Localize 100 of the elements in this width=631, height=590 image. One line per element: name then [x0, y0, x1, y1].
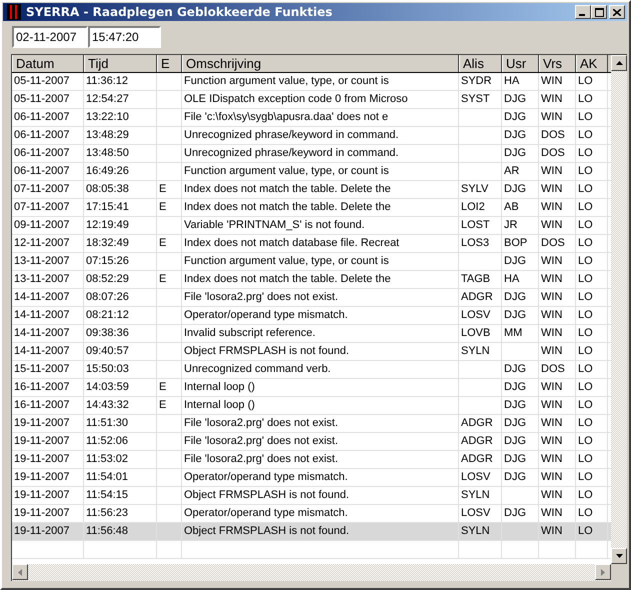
scroll-down-button[interactable] [611, 548, 627, 564]
table-cell: WIN [541, 345, 562, 357]
table-cell: AR [504, 165, 520, 177]
table-row[interactable]: 19-11-2007 11:54:15 Object FRMSPLASH is not found. SYLN WIN LO [12, 487, 611, 505]
table-cell: LO [578, 381, 593, 393]
table-cell: LO [578, 255, 593, 267]
column-header[interactable]: E [157, 55, 182, 72]
table-cell: LO [578, 489, 593, 501]
table-cell: LO [578, 417, 593, 429]
table-cell: 08:52:29 [86, 273, 129, 285]
table-cell: DOS [541, 129, 565, 141]
table-cell: LO [578, 309, 593, 321]
close-button[interactable] [609, 5, 625, 19]
table-cell: E [159, 381, 166, 393]
table-cell: DOS [541, 237, 565, 249]
table-row[interactable]: 06-11-2007 13:22:10 File 'c:\fox\sy\sygb\apusra.daa' does not e DJG WIN LO [12, 109, 611, 127]
scroll-up-button[interactable] [611, 55, 627, 71]
table-cell: WIN [541, 309, 562, 321]
table-cell: WIN [541, 525, 562, 537]
table-row[interactable]: 19-11-2007 11:54:01 Operator/operand type mismatch. LOSV DJG WIN LO [12, 469, 611, 487]
table-cell: 12:19:49 [86, 219, 129, 231]
column-header[interactable]: Omschrijving [182, 55, 459, 72]
table-row[interactable]: 12-11-2007 18:32:49 E Index does not match database file. Recreat LOS3 BOP DOS LO [12, 235, 611, 253]
table-cell: LO [578, 129, 593, 141]
table-cell: WIN [541, 165, 562, 177]
table-cell: 17:15:41 [86, 201, 129, 213]
table-cell: DJG [504, 183, 526, 195]
date-field[interactable]: 02-11-2007 [12, 26, 88, 48]
table-row[interactable]: 15-11-2007 15:50:03 Unrecognized command verb. DJG DOS LO [12, 361, 611, 379]
table-cell: Internal loop () [184, 381, 255, 393]
table-cell: LOI2 [461, 201, 485, 213]
maximize-button[interactable] [591, 5, 607, 19]
table-row[interactable]: 09-11-2007 12:19:49 Variable 'PRINTNAM_S' is not found. LOST JR WIN LO [12, 217, 611, 235]
table-cell: WIN [541, 75, 562, 87]
table-cell: Invalid subscript reference. [184, 327, 316, 339]
table-cell: DOS [541, 363, 565, 375]
table-cell: E [159, 237, 166, 249]
table-row[interactable]: 16-11-2007 14:03:59 E Internal loop () DJG WIN LO [12, 379, 611, 397]
table-cell: DJG [504, 435, 526, 447]
table-row[interactable]: 14-11-2007 08:21:12 Operator/operand type mismatch. LOSV DJG WIN LO [12, 307, 611, 325]
table-cell: 16:49:26 [86, 165, 129, 177]
scroll-right-button[interactable] [595, 564, 611, 580]
table-cell: LOSV [461, 471, 490, 483]
table-cell: 09-11-2007 [14, 219, 70, 231]
table-cell: 11:54:01 [86, 471, 128, 483]
table-cell: 13-11-2007 [14, 273, 70, 285]
table-row[interactable]: 14-11-2007 09:38:36 Invalid subscript reference. LOVB MM WIN LO [12, 325, 611, 343]
minimize-button[interactable] [575, 5, 591, 19]
table-cell: WIN [541, 273, 562, 285]
table-row[interactable]: 19-11-2007 11:53:02 File 'losora2.prg' does not exist. ADGR DJG WIN LO [12, 451, 611, 469]
table-cell: 19-11-2007 [14, 489, 70, 501]
column-header[interactable]: Usr [502, 55, 539, 72]
table-cell: DJG [504, 399, 526, 411]
table-row[interactable]: 07-11-2007 08:05:38 E Index does not match the table. Delete the SYLV DJG WIN LO [12, 181, 611, 199]
table-row[interactable]: 14-11-2007 09:40:57 Object FRMSPLASH is not found. SYLN WIN LO [12, 343, 611, 361]
table-cell: WIN [541, 183, 562, 195]
table-cell: LO [578, 399, 593, 411]
table-cell: 11:51:30 [86, 417, 128, 429]
table-cell: 15:50:03 [86, 363, 129, 375]
column-header[interactable]: Tijd [84, 55, 157, 72]
table-cell: LO [578, 165, 593, 177]
table-cell: Index does not match the table. Delete the [184, 273, 391, 285]
table-cell: LO [578, 237, 593, 249]
table-row[interactable]: 13-11-2007 07:15:26 Function argument value, type, or count is DJG WIN LO [12, 253, 611, 271]
table-cell: 08:05:38 [86, 183, 129, 195]
table-row[interactable]: 07-11-2007 17:15:41 E Index does not match the table. Delete the LOI2 AB WIN LO [12, 199, 611, 217]
table-row[interactable]: 06-11-2007 13:48:50 Unrecognized phrase/keyword in command. DJG DOS LO [12, 145, 611, 163]
table-row[interactable]: 19-11-2007 11:51:30 File 'losora2.prg' does not exist. ADGR DJG WIN LO [12, 415, 611, 433]
table-cell: AB [504, 201, 519, 213]
table-cell: DJG [504, 129, 526, 141]
column-header[interactable]: AK [576, 55, 608, 72]
table-row[interactable]: 19-11-2007 11:56:48 Object FRMSPLASH is not found. SYLN WIN LO [12, 523, 611, 541]
vertical-scrollbar[interactable] [611, 55, 627, 564]
table-cell: Function argument value, type, or count is [184, 255, 389, 267]
table-row[interactable]: 05-11-2007 11:36:12 Function argument value, type, or count is SYDR HA WIN LO [12, 73, 611, 91]
table-row[interactable]: 14-11-2007 08:07:26 File 'losora2.prg' does not exist. ADGR DJG WIN LO [12, 289, 611, 307]
table-row[interactable]: 06-11-2007 16:49:26 Function argument value, type, or count is AR WIN LO [12, 163, 611, 181]
table-cell: DJG [504, 453, 526, 465]
table-cell: OLE IDispatch exception code 0 from Microso [184, 93, 408, 105]
column-header[interactable]: Vrs [539, 55, 576, 72]
column-header[interactable]: Datum [12, 55, 84, 72]
table-cell: ADGR [461, 453, 493, 465]
table-cell: 11:52:06 [86, 435, 128, 447]
table-cell: 14-11-2007 [14, 327, 70, 339]
table-cell: LOS3 [461, 237, 490, 249]
table-cell: E [159, 273, 166, 285]
table-cell: 13:48:29 [86, 129, 129, 141]
table-cell: ADGR [461, 435, 493, 447]
table-cell: LO [578, 345, 593, 357]
table-row[interactable]: 16-11-2007 14:43:32 E Internal loop () DJG WIN LO [12, 397, 611, 415]
table-row[interactable]: 05-11-2007 12:54:27 OLE IDispatch exception code 0 from Microso SYST DJG WIN LO [12, 91, 611, 109]
column-header[interactable]: Alis [459, 55, 502, 72]
horizontal-scrollbar[interactable] [12, 564, 611, 581]
table-row[interactable]: 13-11-2007 08:52:29 E Index does not match the table. Delete the TAGB HA WIN LO [12, 271, 611, 289]
table-cell: HA [504, 75, 520, 87]
table-cell: 14:03:59 [86, 381, 129, 393]
time-field[interactable]: 15:47:20 [88, 26, 161, 48]
scroll-left-button[interactable] [12, 564, 28, 580]
table-row[interactable]: 06-11-2007 13:48:29 Unrecognized phrase/keyword in command. DJG DOS LO [12, 127, 611, 145]
table-row[interactable]: 19-11-2007 11:52:06 File 'losora2.prg' does not exist. ADGR DJG WIN LO [12, 433, 611, 451]
